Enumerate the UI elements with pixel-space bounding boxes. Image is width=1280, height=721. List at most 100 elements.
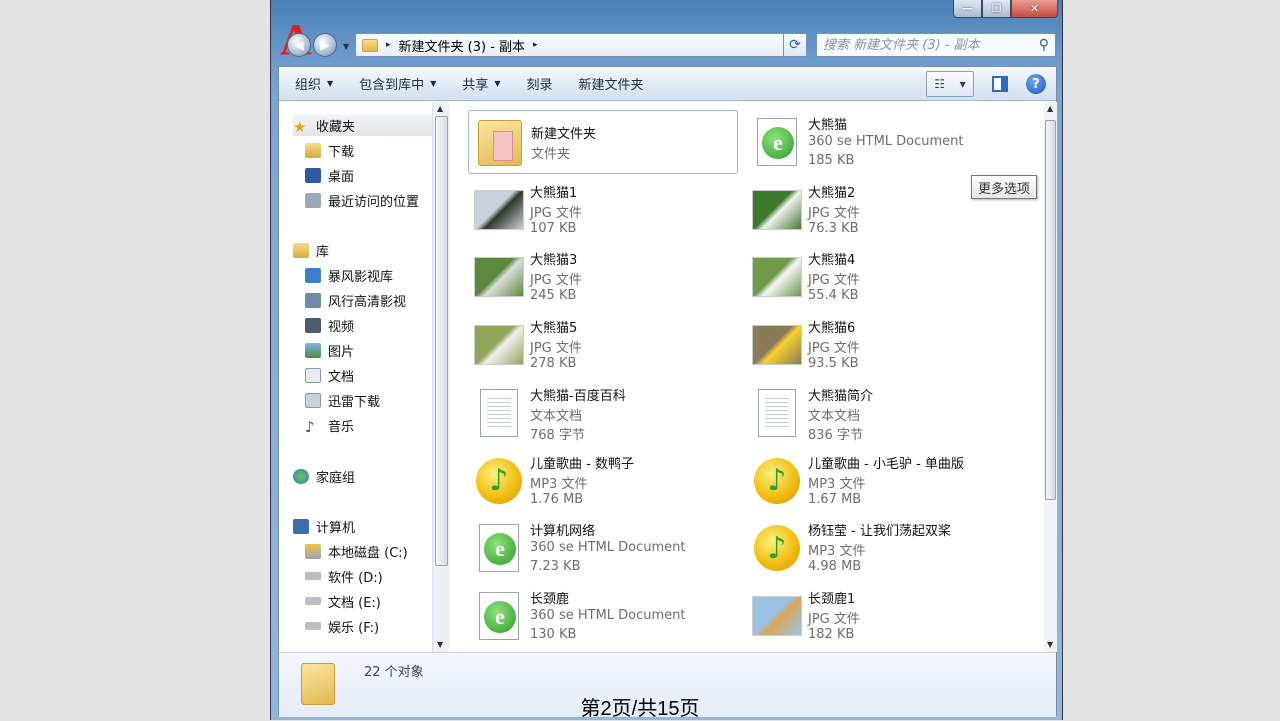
file-item[interactable]: 大熊猫简介 文本文档 836 字节: [746, 381, 1016, 445]
nav-scroll-thumb[interactable]: [435, 116, 448, 566]
file-item[interactable]: e 计算机网络 360 se HTML Document 7.23 KB: [468, 516, 738, 580]
forward-button[interactable]: ▶: [313, 33, 337, 57]
nav-homegroup[interactable]: 家庭组: [293, 465, 355, 487]
drive-icon: [305, 572, 321, 580]
nav-video[interactable]: 视频: [305, 314, 354, 336]
maximize-icon: ❐: [991, 2, 1002, 15]
file-type: 文本文档: [530, 408, 583, 424]
nav-scrollbar[interactable]: ▲ ▼: [432, 102, 449, 652]
organize-menu[interactable]: 组织 ▼: [285, 71, 343, 97]
command-bar: 组织 ▼ 包含到库中 ▼ 共享 ▼ 刻录 新建文件夹 ☷ ▼ ?: [279, 67, 1056, 101]
download-folder-icon: [305, 392, 321, 408]
nav-baofeng[interactable]: 暴风影视库: [305, 264, 393, 286]
back-arrow-icon: ◀: [294, 38, 304, 52]
preview-pane-icon[interactable]: [992, 76, 1008, 92]
mp3-icon: ♪: [476, 457, 522, 504]
file-name: 大熊猫简介: [808, 388, 874, 404]
breadcrumb-separator-icon[interactable]: ▸: [533, 40, 538, 50]
refresh-button[interactable]: ⟳: [783, 33, 807, 57]
scroll-down-icon[interactable]: ▼: [1047, 640, 1053, 649]
video-library-icon: [305, 292, 321, 308]
file-item[interactable]: ♪ 杨钰莹 - 让我们荡起双桨 MP3 文件 4.98 MB: [746, 516, 1016, 580]
file-list-scrollbar[interactable]: ▲ ▼: [1044, 102, 1057, 652]
nav-disk-e[interactable]: 文档 (E:): [305, 590, 381, 612]
nav-favorites[interactable]: ★ 收藏夹: [293, 114, 443, 136]
change-view-button[interactable]: ☷ ▼: [926, 71, 974, 97]
file-item[interactable]: 大熊猫1 JPG 文件 107 KB: [468, 178, 738, 242]
file-item[interactable]: 大熊猫6 JPG 文件 93.5 KB: [746, 313, 1016, 377]
nav-label: 库: [316, 244, 330, 260]
file-item[interactable]: 大熊猫3 JPG 文件 245 KB: [468, 245, 738, 309]
nav-label: 最近访问的位置: [328, 194, 420, 210]
desktop-icon: [305, 167, 321, 183]
scroll-up-icon[interactable]: ▲: [437, 104, 443, 113]
file-item[interactable]: 大熊猫-百度百科 文本文档 768 字节: [468, 381, 738, 445]
file-item[interactable]: 大熊猫4 JPG 文件 55.4 KB: [746, 245, 1016, 309]
file-size: 76.3 KB: [808, 220, 859, 236]
page-number: 第2页/共15页: [580, 698, 700, 720]
nav-desktop[interactable]: 桌面: [305, 164, 354, 186]
search-box[interactable]: ⚲: [816, 33, 1056, 57]
refresh-icon: ⟳: [789, 37, 801, 53]
file-name: 大熊猫-百度百科: [530, 388, 626, 404]
nav-recent[interactable]: 最近访问的位置: [305, 189, 419, 211]
nav-downloads[interactable]: 下载: [305, 139, 354, 161]
html-document-icon: e: [757, 118, 797, 166]
file-thumbnail: ♪: [474, 457, 524, 505]
new-folder-button[interactable]: 新建文件夹: [569, 71, 654, 97]
html-document-icon: e: [479, 524, 519, 573]
chevron-down-icon: ▼: [494, 79, 501, 88]
file-size: 55.4 KB: [808, 288, 859, 304]
back-button[interactable]: ◀: [287, 33, 311, 57]
file-type: 360 se HTML Document: [808, 134, 964, 149]
file-list-scroll-thumb[interactable]: [1045, 120, 1056, 500]
include-in-library-menu[interactable]: 包含到库中 ▼: [349, 71, 446, 97]
file-type: 360 se HTML Document: [530, 607, 686, 623]
recent-pages-dropdown[interactable]: ▼: [343, 42, 349, 51]
file-name: 长颈鹿1: [808, 591, 856, 607]
file-thumbnail: [752, 388, 802, 437]
file-item[interactable]: 大熊猫5 JPG 文件 278 KB: [468, 313, 738, 377]
file-item[interactable]: 长颈鹿1 JPG 文件 182 KB: [746, 584, 1016, 648]
file-item[interactable]: e 长颈鹿 360 se HTML Document 130 KB: [468, 584, 738, 648]
item-count: 22 个对象: [364, 665, 424, 680]
file-item[interactable]: 新建文件夹 文件夹: [468, 110, 738, 174]
text-document-icon: [758, 388, 796, 437]
more-options-tooltip: 更多选项: [971, 175, 1038, 199]
scroll-down-icon[interactable]: ▼: [437, 640, 443, 649]
breadcrumb-current[interactable]: 新建文件夹 (3) - 副本: [399, 36, 526, 55]
burn-label: 刻录: [526, 78, 553, 93]
file-item[interactable]: e 大熊猫 360 se HTML Document 185 KB: [746, 110, 1016, 174]
minimize-button[interactable]: —: [953, 0, 982, 18]
nav-disk-d[interactable]: 软件 (D:): [305, 565, 383, 587]
help-icon[interactable]: ?: [1026, 74, 1046, 94]
search-input[interactable]: [817, 37, 1027, 53]
file-type: JPG 文件: [808, 611, 860, 627]
file-item[interactable]: ♪ 儿童歌曲 - 小毛驴 - 单曲版 MP3 文件 1.67 MB: [746, 449, 1016, 513]
nav-docs[interactable]: 文档: [305, 364, 354, 386]
breadcrumb-separator-icon[interactable]: ▸: [386, 40, 391, 50]
file-type: JPG 文件: [530, 273, 582, 289]
nav-pictures[interactable]: 图片: [305, 339, 354, 361]
search-icon[interactable]: ⚲: [1039, 37, 1049, 53]
explorer-client: 组织 ▼ 包含到库中 ▼ 共享 ▼ 刻录 新建文件夹 ☷ ▼ ? ★ 收藏夹 下载 桌面 …: [278, 66, 1057, 717]
nav-fengxing[interactable]: 风行高清影视: [305, 289, 406, 311]
address-bar[interactable]: ▸ 新建文件夹 (3) - 副本 ▸ ▼: [355, 33, 807, 57]
maximize-button[interactable]: ❐: [982, 0, 1011, 18]
scroll-up-icon[interactable]: ▲: [1047, 104, 1053, 113]
burn-button[interactable]: 刻录: [517, 71, 563, 97]
nav-disk-f[interactable]: 娱乐 (F:): [305, 615, 379, 637]
nav-music[interactable]: ♪ 音乐: [305, 414, 354, 436]
homegroup-icon: [293, 468, 309, 484]
nav-xunlei[interactable]: 迅雷下载: [305, 389, 380, 411]
file-item[interactable]: ♪ 儿童歌曲 - 数鸭子 MP3 文件 1.76 MB: [468, 449, 738, 513]
chevron-down-icon: ▼: [959, 79, 966, 89]
share-menu[interactable]: 共享 ▼: [452, 71, 510, 97]
nav-disk-c[interactable]: 本地磁盘 (C:): [305, 540, 408, 562]
file-name: 儿童歌曲 - 数鸭子: [530, 456, 634, 472]
nav-library[interactable]: 库: [293, 239, 329, 261]
file-type: 文本文档: [808, 408, 861, 424]
image-thumbnail: [752, 595, 802, 636]
nav-computer[interactable]: 计算机: [293, 515, 355, 537]
close-button[interactable]: ✕: [1011, 0, 1058, 18]
